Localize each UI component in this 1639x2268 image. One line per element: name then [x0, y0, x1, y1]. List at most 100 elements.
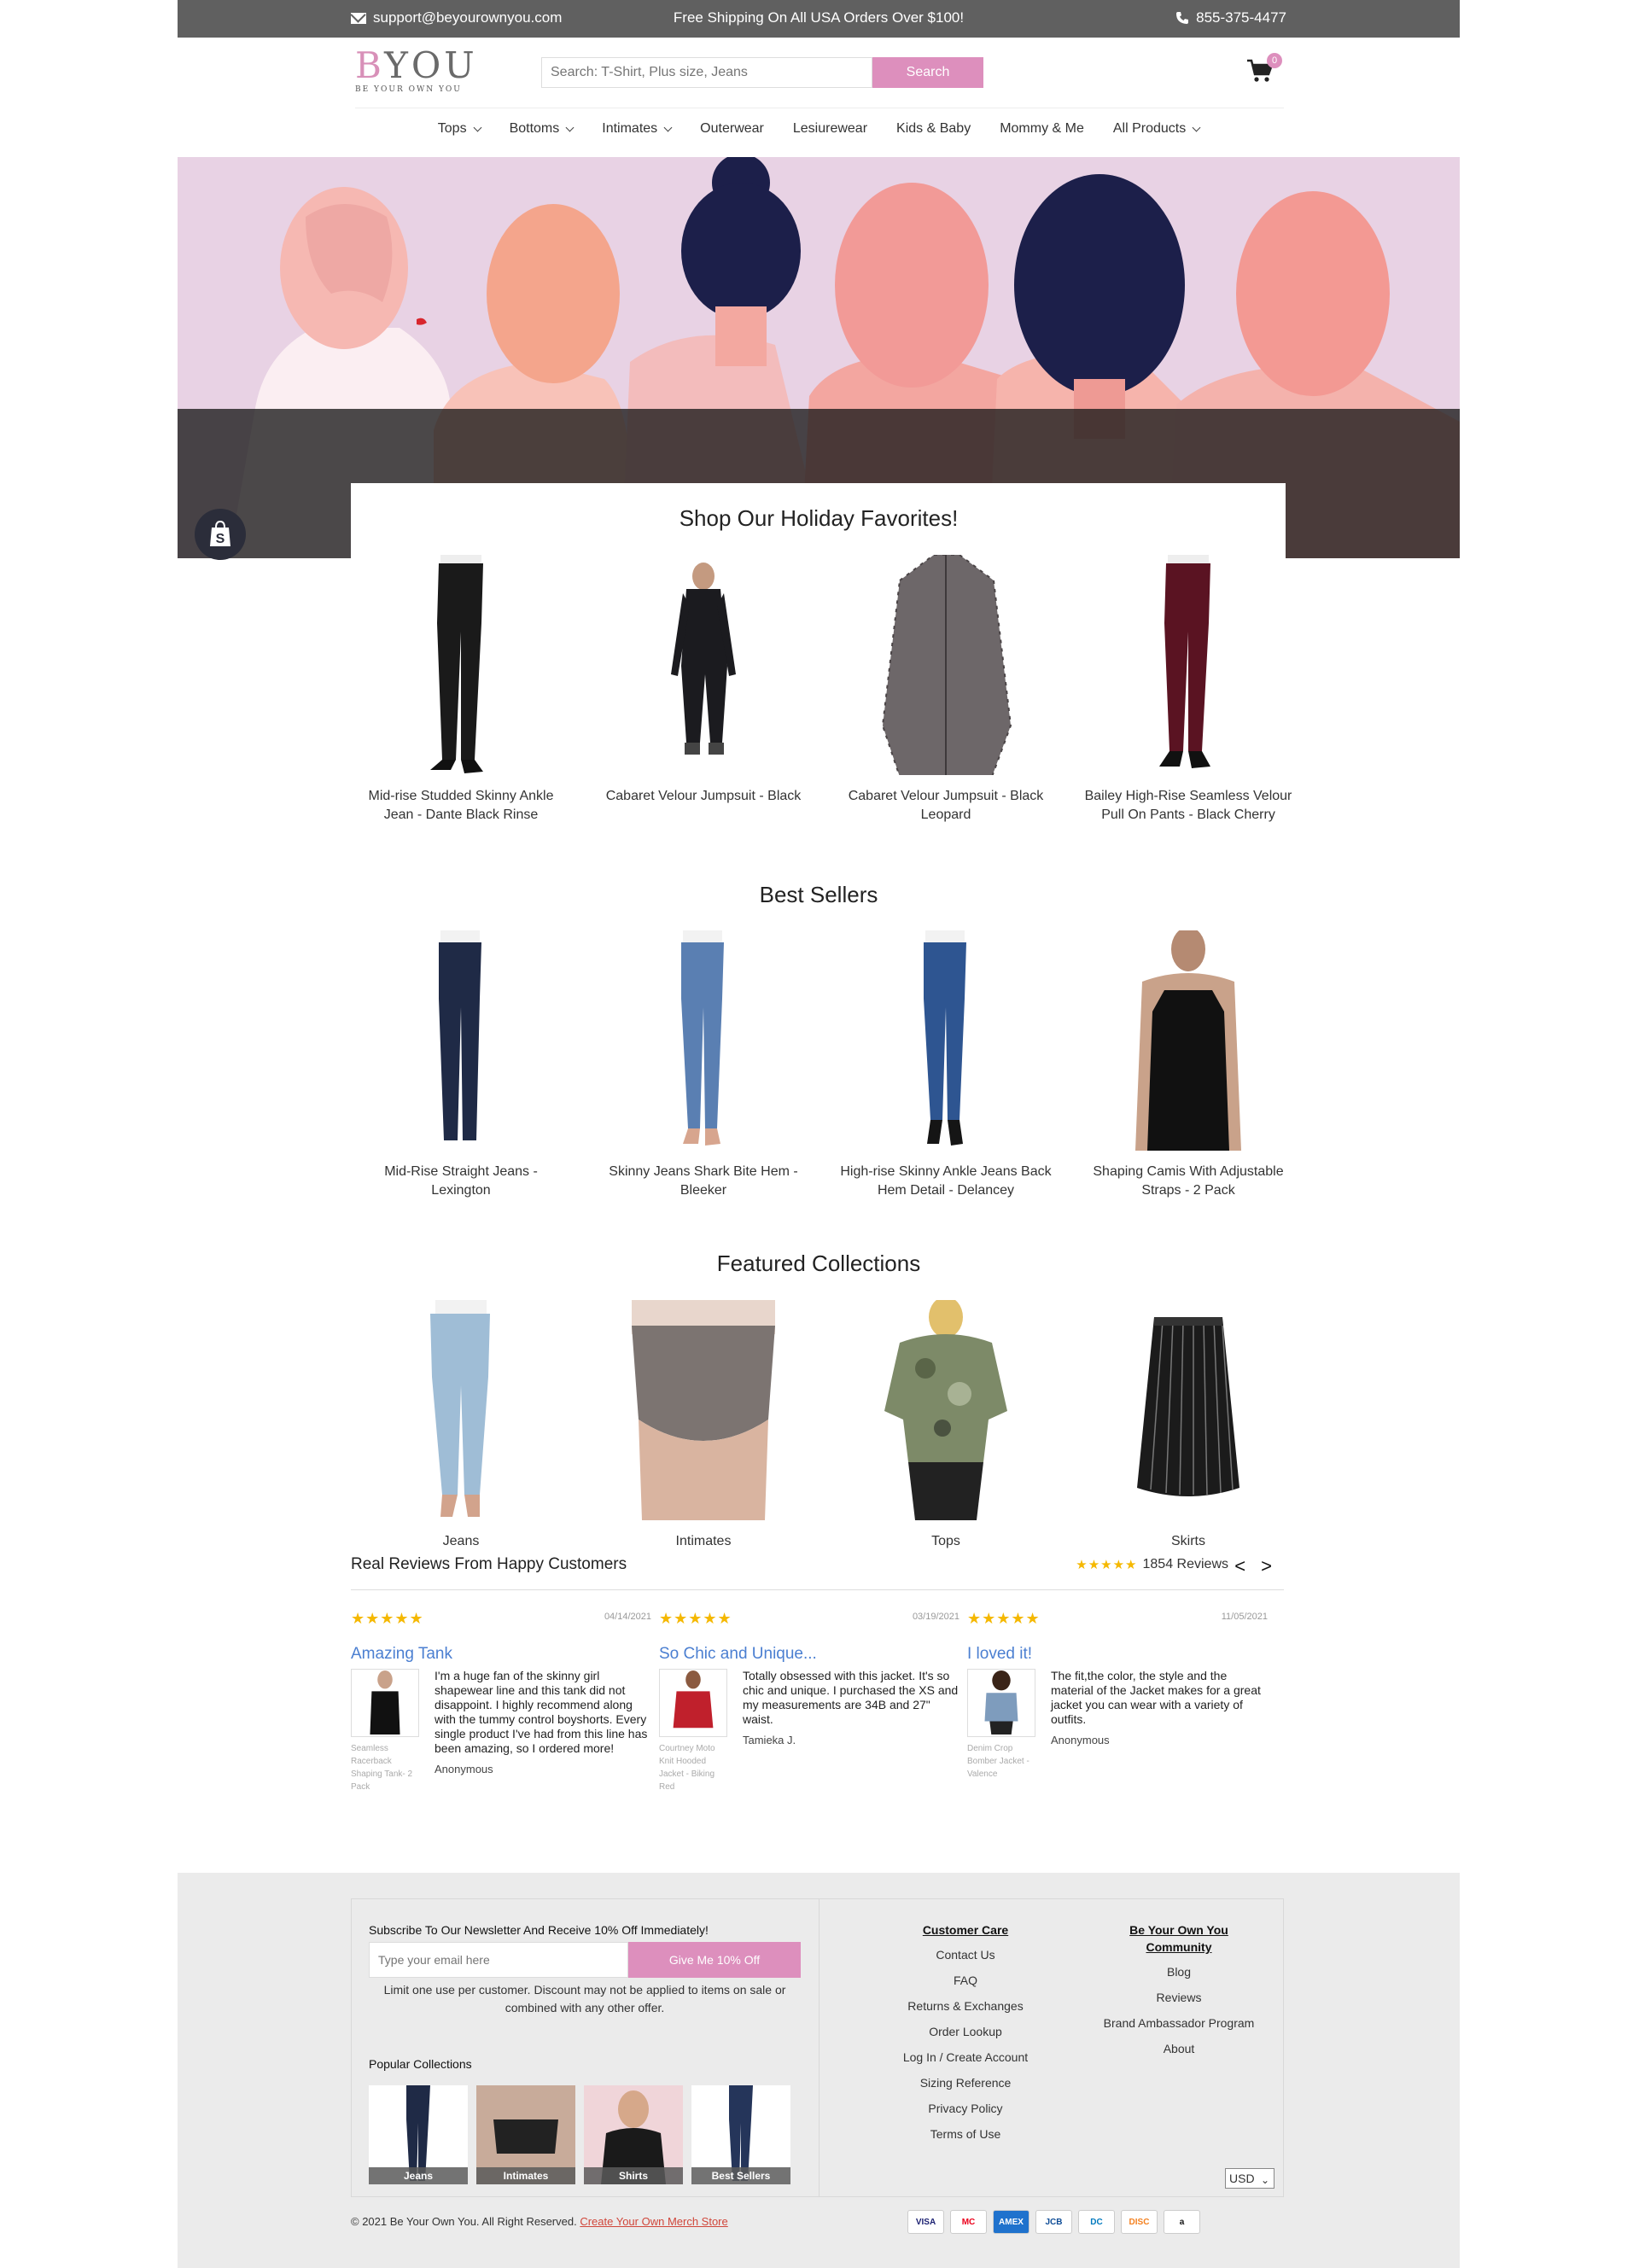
- newsletter-submit-button[interactable]: Give Me 10% Off: [628, 1942, 801, 1978]
- footer-link[interactable]: Contact Us: [867, 1942, 1064, 1968]
- review-product-thumb[interactable]: [967, 1669, 1035, 1737]
- review-product-name[interactable]: Seamless Racerback Shaping Tank- 2 Pack: [351, 1742, 419, 1793]
- product-image[interactable]: [598, 555, 809, 775]
- nav-item-mommy-me[interactable]: Mommy & Me: [985, 121, 1099, 137]
- collection-card[interactable]: Skirts: [1082, 1300, 1294, 1551]
- product-name[interactable]: Skinny Jeans Shark Bite Hem - Bleeker: [598, 1163, 809, 1200]
- search-button[interactable]: Search: [872, 57, 983, 88]
- product-image[interactable]: [840, 930, 1052, 1151]
- payment-icon-visa: VISA: [907, 2210, 944, 2234]
- customer-care-title[interactable]: Customer Care: [867, 1921, 1064, 1939]
- nav-item-tops[interactable]: Tops: [423, 121, 495, 137]
- collections-grid: Jeans Intimates Tops Skirts: [355, 1297, 1294, 1551]
- product-card[interactable]: Mid-rise Studded Skinny Ankle Jean - Dan…: [355, 555, 567, 825]
- nav-item-label: All Products: [1112, 121, 1187, 136]
- product-image[interactable]: [1082, 555, 1294, 775]
- product-image[interactable]: [355, 930, 567, 1151]
- reviews-summary-stars: ★★★★★: [1076, 1558, 1138, 1572]
- popular-collection-jeans[interactable]: Jeans: [369, 2085, 468, 2184]
- footer-link[interactable]: Terms of Use: [867, 2121, 1064, 2147]
- newsletter-email-input[interactable]: [369, 1942, 628, 1978]
- collection-card[interactable]: Intimates: [598, 1300, 809, 1551]
- prev-arrow-icon[interactable]: <: [1234, 1555, 1245, 1577]
- next-arrow-icon[interactable]: >: [1261, 1555, 1272, 1577]
- collection-name[interactable]: Intimates: [598, 1532, 809, 1551]
- review-title[interactable]: Amazing Tank: [351, 1645, 651, 1664]
- product-card[interactable]: Cabaret Velour Jumpsuit - Black: [598, 555, 809, 825]
- review-product-name[interactable]: Denim Crop Bomber Jacket - Valence: [967, 1742, 1035, 1781]
- collection-name[interactable]: Tops: [840, 1532, 1052, 1551]
- product-card[interactable]: Mid-Rise Straight Jeans - Lexington: [355, 930, 567, 1200]
- product-name[interactable]: Bailey High-Rise Seamless Velour Pull On…: [1082, 787, 1294, 825]
- search-input[interactable]: [541, 57, 872, 88]
- footer-link[interactable]: Sizing Reference: [867, 2070, 1064, 2096]
- chevron-down-icon: [565, 123, 575, 131]
- community-title-line1[interactable]: Be Your Own You: [1081, 1921, 1277, 1939]
- review-text: I'm a huge fan of the skinny girl shapew…: [435, 1669, 648, 1755]
- footer-link[interactable]: About: [1081, 2036, 1277, 2061]
- footer-link[interactable]: Reviews: [1081, 1985, 1277, 2010]
- nav-item-label: Lesiurewear: [792, 121, 868, 136]
- product-name[interactable]: Cabaret Velour Jumpsuit - Black Leopard: [840, 787, 1052, 825]
- site-logo[interactable]: BYOU BE YOUR OWN YOU: [355, 48, 478, 95]
- cart-button[interactable]: 0: [1246, 53, 1282, 89]
- collection-image[interactable]: [1082, 1300, 1294, 1520]
- product-image[interactable]: [1082, 927, 1294, 1151]
- nav-item-outerwear[interactable]: Outerwear: [685, 121, 779, 137]
- product-image[interactable]: [840, 554, 1052, 778]
- collection-image[interactable]: [840, 1297, 1052, 1520]
- newsletter-form: Give Me 10% Off: [369, 1942, 801, 1978]
- nav-item-label: Bottoms: [509, 121, 560, 136]
- currency-select[interactable]: USD ⌄: [1225, 2168, 1274, 2189]
- nav-item-intimates[interactable]: Intimates: [587, 121, 685, 137]
- product-card[interactable]: High-rise Skinny Ankle Jeans Back Hem De…: [840, 930, 1052, 1200]
- payment-icon-disc: DISC: [1121, 2210, 1158, 2234]
- footer-link[interactable]: Returns & Exchanges: [867, 1993, 1064, 2019]
- product-card[interactable]: Shaping Camis With Adjustable Straps - 2…: [1082, 927, 1294, 1200]
- review-title[interactable]: So Chic and Unique...: [659, 1645, 959, 1664]
- footer-link[interactable]: FAQ: [867, 1968, 1064, 1993]
- product-card[interactable]: Cabaret Velour Jumpsuit - Black Leopard: [840, 554, 1052, 825]
- product-image[interactable]: [598, 930, 809, 1151]
- product-name[interactable]: Mid-rise Studded Skinny Ankle Jean - Dan…: [355, 787, 567, 825]
- support-phone-text[interactable]: 855-375-4477: [1196, 9, 1286, 26]
- footer: Subscribe To Our Newsletter And Receive …: [178, 1873, 1460, 2268]
- collection-name[interactable]: Skirts: [1082, 1532, 1294, 1551]
- footer-link[interactable]: Blog: [1081, 1959, 1277, 1985]
- cart-count-badge: 0: [1267, 53, 1282, 68]
- customer-care-column: Customer Care Contact Us FAQ Returns & Exc…: [867, 1921, 1064, 2147]
- review-product-thumb[interactable]: [351, 1669, 419, 1737]
- popular-collection-best-sellers[interactable]: Best Sellers: [691, 2085, 790, 2184]
- reviews-count[interactable]: 1854 Reviews: [1143, 1557, 1229, 1572]
- popular-collection-intimates[interactable]: Intimates: [476, 2085, 575, 2184]
- product-card[interactable]: Skinny Jeans Shark Bite Hem - Bleeker: [598, 930, 809, 1200]
- reviews-summary[interactable]: ★★★★★ 1854 Reviews: [1076, 1557, 1228, 1572]
- product-name[interactable]: Shaping Camis With Adjustable Straps - 2…: [1082, 1163, 1294, 1200]
- review-product-thumb[interactable]: [659, 1669, 727, 1737]
- nav-item-lesiurewear[interactable]: Lesiurewear: [779, 121, 882, 137]
- review-product-name[interactable]: Courtney Moto Knit Hooded Jacket - Bikin…: [659, 1742, 727, 1793]
- footer-link[interactable]: Privacy Policy: [867, 2096, 1064, 2121]
- nav-item-all-products[interactable]: All Products: [1099, 121, 1214, 137]
- footer-link[interactable]: Brand Ambassador Program: [1081, 2010, 1277, 2036]
- review-title[interactable]: I loved it!: [967, 1645, 1268, 1664]
- shopify-badge[interactable]: S: [195, 509, 246, 560]
- product-card[interactable]: Bailey High-Rise Seamless Velour Pull On…: [1082, 555, 1294, 825]
- nav-item-kids-baby[interactable]: Kids & Baby: [882, 121, 985, 137]
- collection-image[interactable]: [355, 1300, 567, 1520]
- product-name[interactable]: Cabaret Velour Jumpsuit - Black: [598, 787, 809, 806]
- product-name[interactable]: High-rise Skinny Ankle Jeans Back Hem De…: [840, 1163, 1052, 1200]
- popular-collection-shirts[interactable]: Shirts: [584, 2085, 683, 2184]
- footer-link[interactable]: Log In / Create Account: [867, 2044, 1064, 2070]
- collection-card[interactable]: Jeans: [355, 1300, 567, 1551]
- community-title-line2[interactable]: Community: [1081, 1939, 1277, 1956]
- collection-card[interactable]: Tops: [840, 1297, 1052, 1551]
- collection-image[interactable]: [598, 1300, 809, 1520]
- nav-item-bottoms[interactable]: Bottoms: [495, 121, 588, 137]
- product-image[interactable]: [355, 555, 567, 775]
- product-name[interactable]: Mid-Rise Straight Jeans - Lexington: [355, 1163, 567, 1200]
- merch-store-link[interactable]: Create Your Own Merch Store: [580, 2215, 727, 2228]
- collection-name[interactable]: Jeans: [355, 1532, 567, 1551]
- support-phone[interactable]: 855-375-4477: [1175, 9, 1286, 26]
- footer-link[interactable]: Order Lookup: [867, 2019, 1064, 2044]
